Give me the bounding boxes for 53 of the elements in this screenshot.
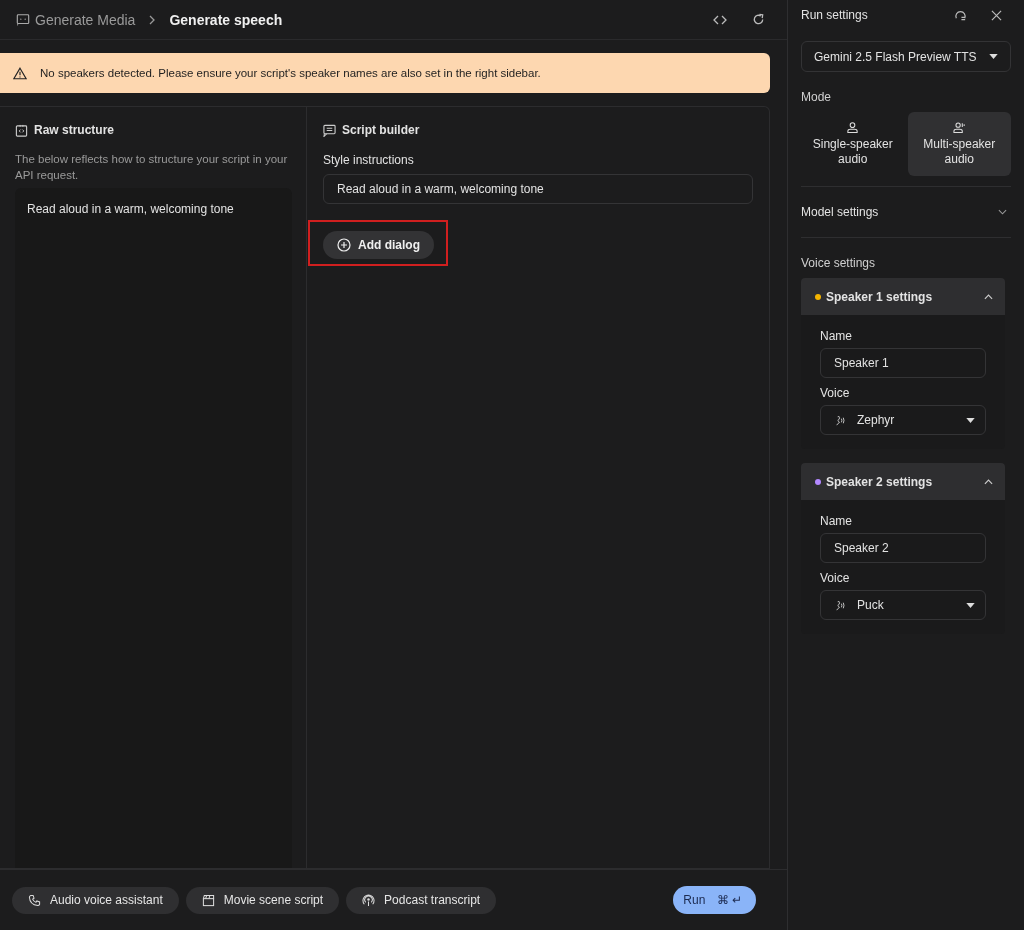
breadcrumb-link[interactable]: Generate Media [35,11,136,28]
preset-button[interactable]: Movie scene script [185,886,340,914]
section-label: Voice settings [801,256,877,270]
dropdown-caret-icon [989,54,998,59]
panel-title: Script builder [342,123,420,137]
name-input-field[interactable]: Speaker 1 [820,348,986,378]
section-label: Mode [801,90,833,104]
chevron-icon [984,478,993,485]
dropdown-caret-icon [966,602,975,608]
chat-icon [16,12,30,27]
code-icon[interactable] [712,13,728,26]
reset-icon[interactable] [954,8,967,22]
preset-button[interactable]: Audio voice assistant [12,886,179,914]
mode-option[interactable]: Single-speaker audio [801,112,905,176]
page-title: Generate speech [169,11,283,28]
name-input-field[interactable]: Speaker 2 [820,533,986,563]
voice-dropdown[interactable]: Zephyr [820,405,986,435]
model-settings-toggle[interactable]: Model settings [801,187,1011,238]
style-input-field[interactable]: Read aloud in a warm, welcoming tone [323,174,753,204]
chevron-icon [984,293,993,300]
code-file-icon [15,123,28,137]
list-icon [323,123,336,137]
model-dropdown[interactable]: Gemini 2.5 Flash Preview TTS [801,41,1011,72]
people-icon [952,121,966,134]
clapperboard-icon [201,893,215,907]
panel-description: The below reflects how to structure your script in your API request. [15,152,289,183]
mode-option[interactable]: Multi-speaker audio [907,112,1011,176]
refresh-icon[interactable] [752,13,765,26]
podcast-icon [362,893,376,907]
close-icon[interactable] [991,9,1002,21]
panel-title: Raw structure [34,123,115,137]
field-label: Name [820,329,853,343]
person-icon [846,121,860,134]
speaker-header[interactable]: Speaker 1 settings [801,278,1005,315]
speaker-header[interactable]: Speaker 2 settings [801,463,1005,500]
phone-icon [28,893,41,907]
voice-icon [834,413,847,427]
field-label: Name [820,514,853,528]
field-label: Voice [820,386,851,400]
dropdown-caret-icon [966,417,975,423]
field-label: Style instructions [323,153,415,167]
raw-structure-text: Read aloud in a warm, welcoming tone [27,202,234,216]
sidebar-title: Run settings [801,8,868,22]
plus-circle-icon [337,238,351,252]
preset-button[interactable]: Podcast transcript [346,886,497,914]
field-label: Voice [820,571,851,585]
add-dialog-button[interactable]: Add dialog [323,231,434,259]
voice-icon [834,598,847,612]
run-button[interactable]: Run ⌘ ↵ [673,886,756,914]
voice-dropdown[interactable]: Puck [820,590,986,620]
chevron-icon [998,209,1007,215]
warning-icon [13,66,27,80]
warning-text: No speakers detected. Please ensure your script's speaker names are also set in the right sidebar. [40,67,541,79]
